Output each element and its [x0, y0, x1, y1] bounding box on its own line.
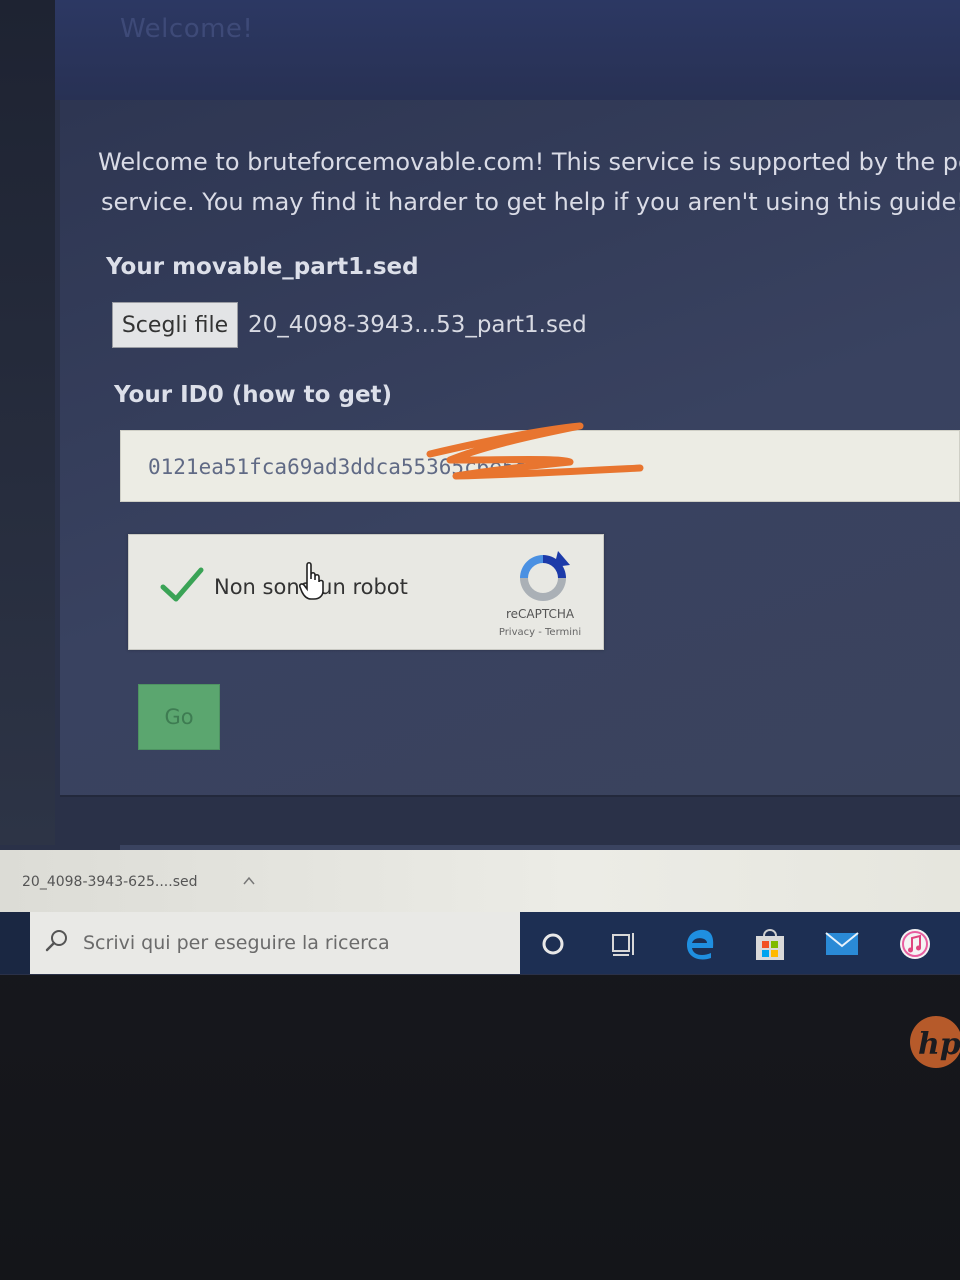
start-button[interactable]: [0, 912, 30, 974]
checkmark-icon[interactable]: [159, 565, 205, 605]
edge-icon[interactable]: [680, 924, 720, 964]
photo-frame: Welcome! Welcome to bruteforcemovable.co…: [0, 0, 960, 1280]
movable-label: Your movable_part1.sed: [106, 254, 419, 280]
go-button[interactable]: Go: [138, 684, 220, 750]
search-placeholder: Scrivi qui per eseguire la ricerca: [83, 932, 390, 954]
choose-file-button[interactable]: Scegli file: [112, 302, 238, 348]
cortana-icon[interactable]: [533, 924, 573, 964]
recaptcha-widget[interactable]: Non sono un robot reCAPTCHA Privacy - Te…: [128, 534, 604, 650]
chevron-up-icon[interactable]: [242, 874, 256, 888]
search-icon: [45, 930, 67, 952]
intro-line-1: Welcome to bruteforcemovable.com! This s…: [98, 148, 960, 176]
mail-icon[interactable]: [822, 924, 862, 964]
store-icon[interactable]: [750, 924, 790, 964]
svg-text:hp: hp: [918, 1027, 960, 1062]
redaction-scribble: [426, 422, 644, 480]
intro-line-2: service. You may find it harder to get h…: [101, 188, 960, 216]
download-item[interactable]: 20_4098-3943-625....sed: [22, 874, 198, 890]
taskbar-search-box[interactable]: Scrivi qui per eseguire la ricerca: [30, 912, 520, 974]
hp-logo-icon: hp: [910, 1016, 960, 1068]
top-bar: Welcome!: [55, 0, 960, 100]
itunes-icon[interactable]: [895, 924, 935, 964]
hand-cursor-icon: [299, 561, 324, 600]
page-title: Welcome!: [120, 14, 254, 44]
selected-file-name: 20_4098-3943...53_part1.sed: [248, 312, 587, 338]
intro-text: Welcome to bruteforcemovable.com! This s…: [98, 142, 960, 222]
recaptcha-brand: reCAPTCHA: [505, 607, 575, 621]
recaptcha-privacy-links[interactable]: Privacy - Termini: [485, 627, 595, 638]
recaptcha-logo-icon: [520, 551, 570, 601]
taskbar: Scrivi qui per eseguire la ricerca: [0, 912, 960, 974]
id0-label: Your ID0 (how to get): [114, 382, 393, 408]
left-edge: [0, 0, 55, 845]
task-view-icon[interactable]: [604, 924, 644, 964]
download-bar: 20_4098-3943-625....sed: [0, 850, 960, 912]
laptop-screen: Welcome! Welcome to bruteforcemovable.co…: [0, 0, 960, 975]
